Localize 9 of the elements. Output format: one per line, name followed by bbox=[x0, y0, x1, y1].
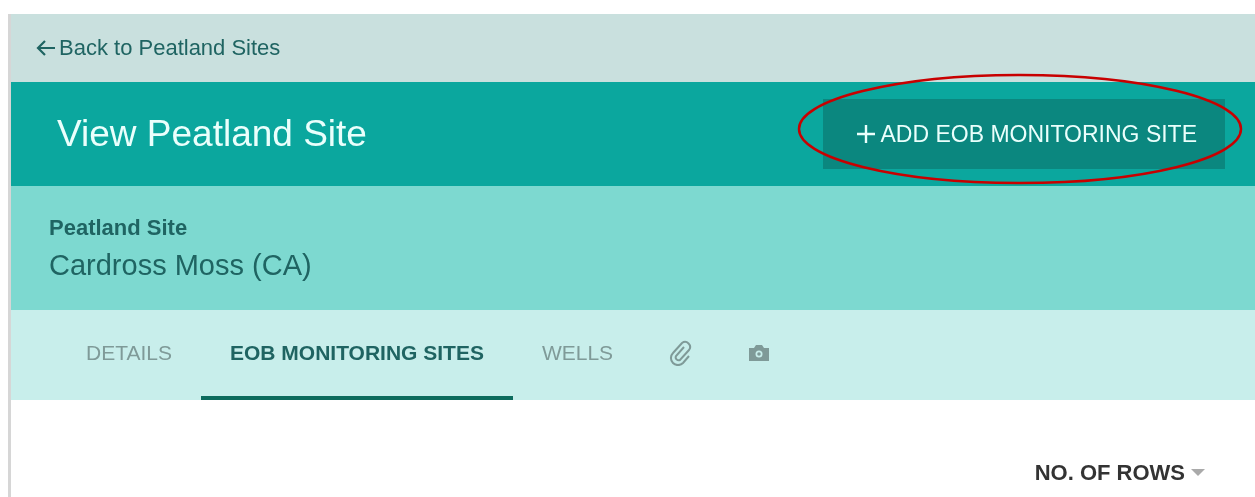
tab[interactable]: EOB MONITORING SITES bbox=[200, 310, 513, 400]
field-label: Peatland Site bbox=[49, 214, 189, 241]
plus-icon bbox=[854, 123, 877, 145]
field-value: Cardross Moss (CA) bbox=[49, 248, 313, 282]
rows-dropdown[interactable]: NO. OF ROWS bbox=[1034, 460, 1205, 486]
back-link[interactable]: Back to Peatland Sites bbox=[35, 35, 281, 61]
caret-icon bbox=[1191, 469, 1205, 477]
add-monitoring-site-button[interactable]: ADD EOB MONITORING SITE bbox=[822, 99, 1225, 169]
page-title: View Peatland Site bbox=[57, 113, 367, 155]
